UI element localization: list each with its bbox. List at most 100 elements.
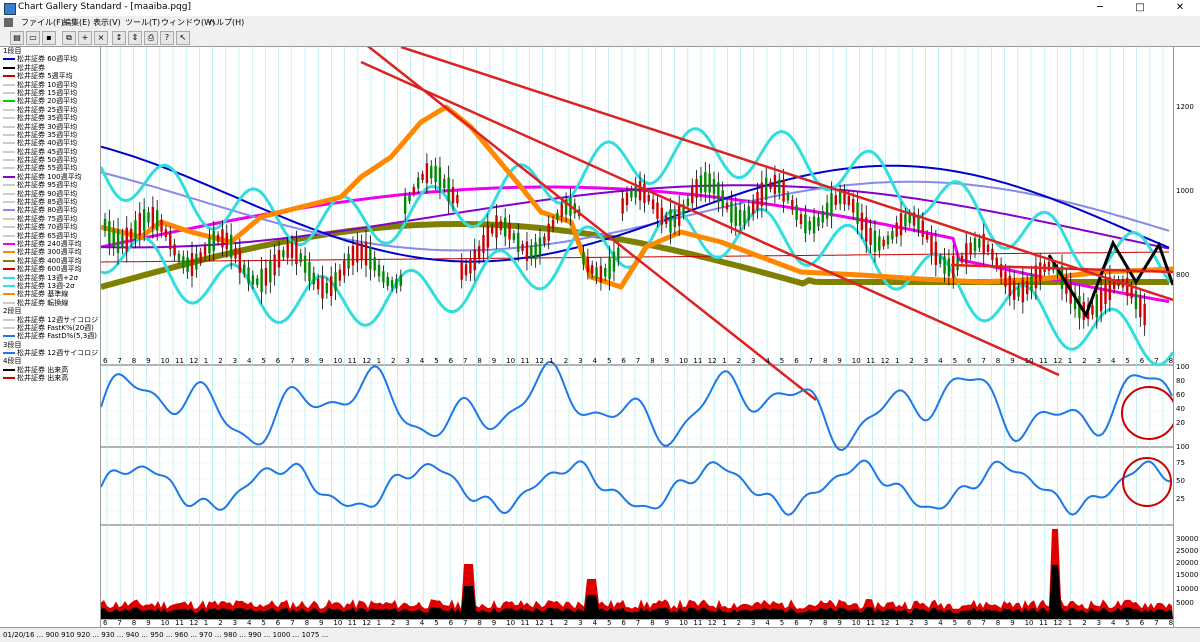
minimize-button[interactable]: ─ bbox=[1080, 0, 1120, 16]
x-axis-tick-label: 8 bbox=[650, 357, 654, 365]
chart-background bbox=[101, 47, 1173, 627]
candle-body bbox=[617, 247, 620, 261]
legend-item[interactable]: 松井証券 60週平均 bbox=[0, 55, 100, 63]
candle-body bbox=[686, 198, 690, 206]
x-axis-tick-label: 1 bbox=[722, 619, 726, 627]
candle-body bbox=[678, 205, 681, 226]
legend-item-label: 松井証券 75週平均 bbox=[17, 214, 78, 223]
candle-body bbox=[499, 220, 503, 231]
close-button[interactable]: ✕ bbox=[1160, 0, 1200, 16]
candle-body bbox=[460, 262, 463, 280]
legend-item[interactable]: 松井証券 70週平均 bbox=[0, 223, 100, 231]
legend-item[interactable]: 松井証券 基準線 bbox=[0, 290, 100, 298]
x-axis-tick-label: 8 bbox=[132, 357, 136, 365]
x-axis-tick-label: 5 bbox=[953, 357, 957, 365]
legend-item[interactable]: 松井証券 35週平均 bbox=[0, 114, 100, 122]
candle-body bbox=[473, 249, 476, 271]
open-icon[interactable]: ▤ bbox=[10, 31, 24, 45]
candle-body bbox=[138, 213, 141, 236]
legend-item[interactable]: 松井証券 90週平均 bbox=[0, 190, 100, 198]
pointer-help-icon[interactable]: ↖ bbox=[176, 31, 190, 45]
x-axis-tick-label: 7 bbox=[117, 357, 121, 365]
legend-item[interactable]: 松井証券 400週平均 bbox=[0, 257, 100, 265]
candle-body bbox=[556, 212, 559, 220]
menu-tools[interactable]: ツール(T) bbox=[122, 17, 163, 28]
x-axis-tick-label: 9 bbox=[837, 619, 841, 627]
legend-item-label: 松井証券 出来高 bbox=[17, 374, 69, 383]
chart-area[interactable]: 6677889910101111121211223344556677889910… bbox=[101, 47, 1173, 627]
legend-item[interactable]: 松井証券 転換線 bbox=[0, 299, 100, 307]
legend-item[interactable]: 松井証券 12週サイコロジ bbox=[0, 316, 100, 324]
legend-item[interactable]: 松井証券 5週平均 bbox=[0, 72, 100, 80]
copy-icon[interactable]: ⧉ bbox=[62, 31, 76, 45]
axis-tick-label: 100 bbox=[1176, 443, 1190, 451]
legend-item[interactable]: 松井証券 55週平均 bbox=[0, 164, 100, 172]
legend-item[interactable]: 松井証券 25週平均 bbox=[0, 106, 100, 114]
candle-body bbox=[504, 217, 507, 237]
legend-swatch bbox=[3, 242, 15, 245]
candle-body bbox=[630, 189, 633, 198]
candle-body bbox=[1004, 271, 1007, 287]
candle-body bbox=[804, 214, 807, 233]
legend-item[interactable]: 松井証券 bbox=[0, 64, 100, 72]
x-axis-tick-label: 3 bbox=[578, 357, 582, 365]
menu-view[interactable]: 表示(V) bbox=[90, 17, 124, 28]
candle-body bbox=[834, 195, 837, 205]
legend-item[interactable]: 松井証券 65週平均 bbox=[0, 232, 100, 240]
folder-icon[interactable]: ▭ bbox=[26, 31, 40, 45]
scale-icon[interactable]: ↕ bbox=[112, 31, 126, 45]
candle-body bbox=[390, 280, 394, 288]
legend-swatch bbox=[3, 91, 15, 94]
candle-body bbox=[277, 249, 281, 268]
x-axis-tick-label: 6 bbox=[103, 357, 108, 365]
scale2-icon[interactable]: ⇕ bbox=[128, 31, 142, 45]
title-bar: Chart Gallery Standard - [maaiba.pqg] ─ … bbox=[0, 0, 1200, 17]
x-axis-tick-label: 12 bbox=[362, 357, 371, 365]
maximize-button[interactable]: □ bbox=[1120, 0, 1160, 16]
legend-item[interactable]: 松井証券 30週平均 bbox=[0, 123, 100, 131]
legend-item[interactable]: 松井証券 600週平均 bbox=[0, 265, 100, 273]
x-axis-tick-label: 10 bbox=[161, 357, 170, 365]
candle-body bbox=[947, 258, 951, 277]
candle-body bbox=[373, 257, 376, 271]
x-axis-tick-label: 5 bbox=[607, 357, 611, 365]
x-axis-tick-label: 11 bbox=[693, 619, 702, 627]
x-axis-tick-label: 7 bbox=[290, 357, 294, 365]
x-axis-tick-label: 10 bbox=[852, 357, 861, 365]
x-axis-tick-label: 5 bbox=[434, 619, 438, 627]
legend-item[interactable]: 松井証券 75週平均 bbox=[0, 215, 100, 223]
x-axis-tick-label: 12 bbox=[535, 619, 544, 627]
legend-item[interactable]: 松井証券 FastD%(5,3週) bbox=[0, 332, 100, 340]
axis-tick-label: 25000 bbox=[1176, 547, 1199, 555]
x-axis-tick-label: 11 bbox=[1039, 357, 1048, 365]
candle-body bbox=[116, 229, 120, 253]
menu-help[interactable]: ヘルプ(H) bbox=[205, 17, 247, 28]
legend-item[interactable]: 松井証券 300週平均 bbox=[0, 248, 100, 256]
print-icon[interactable]: ⎙ bbox=[144, 31, 158, 45]
candle-body bbox=[717, 182, 720, 203]
x-axis-tick-label: 10 bbox=[679, 357, 688, 365]
legend-item[interactable]: 松井証券 45週平均 bbox=[0, 148, 100, 156]
legend-item[interactable]: 松井証券 95週平均 bbox=[0, 181, 100, 189]
candle-body bbox=[477, 246, 481, 259]
add-icon[interactable]: + bbox=[78, 31, 92, 45]
document-icon[interactable] bbox=[4, 18, 13, 27]
candle-body bbox=[517, 232, 520, 252]
x-axis-tick-label: 4 bbox=[938, 619, 943, 627]
help-icon[interactable]: ? bbox=[160, 31, 174, 45]
candle-body bbox=[290, 242, 294, 259]
candle-body bbox=[647, 194, 650, 202]
legend-item[interactable]: 松井証券 80週平均 bbox=[0, 206, 100, 214]
legend-item[interactable]: 松井証券 100週平均 bbox=[0, 173, 100, 181]
legend-item[interactable]: 松井証券 20週平均 bbox=[0, 97, 100, 105]
legend-item[interactable]: 松井証券 13週+2σ bbox=[0, 274, 100, 282]
legend-item-label: 松井証券 45週平均 bbox=[17, 147, 78, 156]
save-icon[interactable]: ▪ bbox=[42, 31, 56, 45]
menu-edit[interactable]: 編集(E) bbox=[60, 17, 93, 28]
delete-icon[interactable]: × bbox=[94, 31, 108, 45]
legend-item[interactable]: 松井証券 出来高 bbox=[0, 374, 100, 382]
legend-item[interactable]: 松井証券 10週平均 bbox=[0, 81, 100, 89]
legend-item[interactable]: 松井証券 出来高 bbox=[0, 366, 100, 374]
candle-body bbox=[1047, 261, 1051, 271]
legend-item[interactable]: 松井証券 40週平均 bbox=[0, 139, 100, 147]
